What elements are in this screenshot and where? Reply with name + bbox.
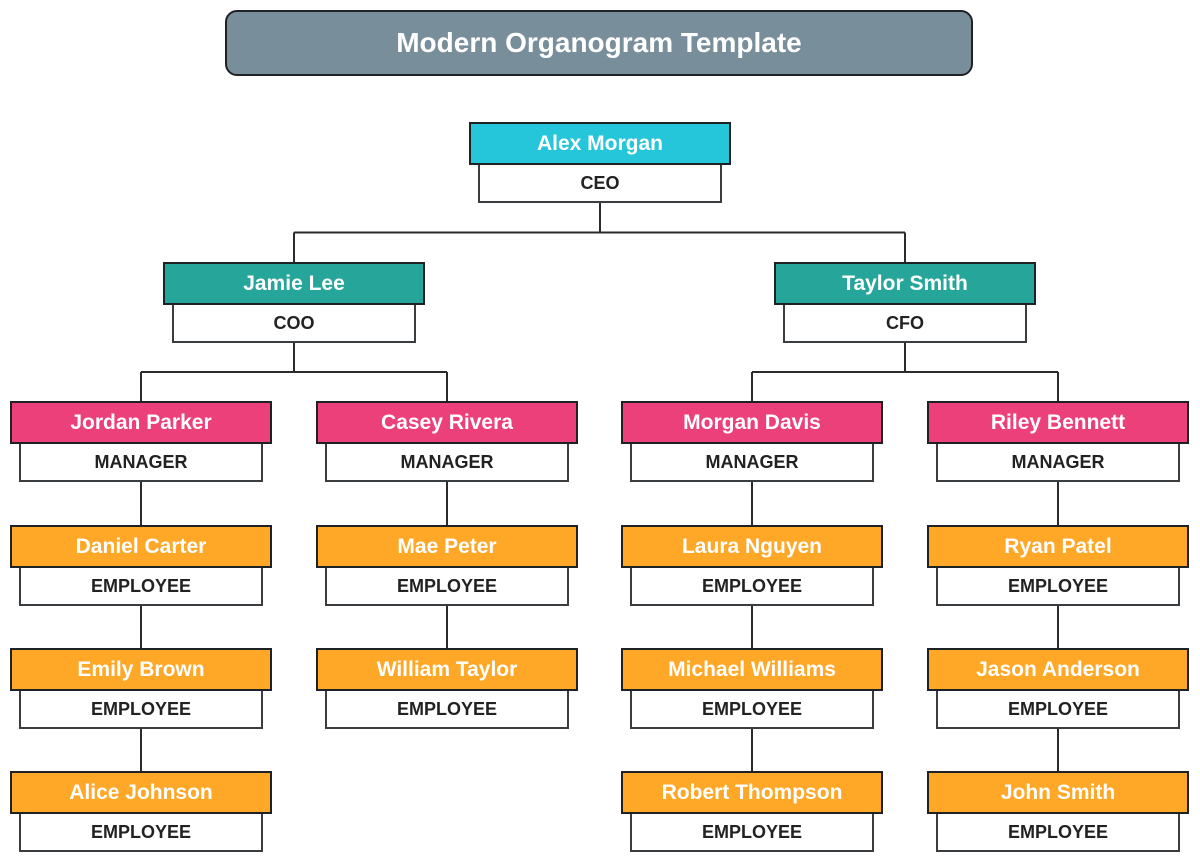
- node-name: Laura Nguyen: [621, 525, 883, 568]
- node-name: Mae Peter: [316, 525, 578, 568]
- node-name: Casey Rivera: [316, 401, 578, 444]
- org-node-alex[interactable]: Alex Morgan CEO: [469, 122, 731, 203]
- node-name: Jordan Parker: [10, 401, 272, 444]
- org-node-robert[interactable]: Robert Thompson EMPLOYEE: [621, 771, 883, 852]
- node-name: Riley Bennett: [927, 401, 1189, 444]
- org-node-morgan[interactable]: Morgan Davis MANAGER: [621, 401, 883, 482]
- org-node-john[interactable]: John Smith EMPLOYEE: [927, 771, 1189, 852]
- node-role: CEO: [478, 165, 722, 203]
- node-name: Emily Brown: [10, 648, 272, 691]
- node-role: EMPLOYEE: [936, 691, 1180, 729]
- org-node-ryan[interactable]: Ryan Patel EMPLOYEE: [927, 525, 1189, 606]
- org-node-mae[interactable]: Mae Peter EMPLOYEE: [316, 525, 578, 606]
- org-node-riley[interactable]: Riley Bennett MANAGER: [927, 401, 1189, 482]
- node-role: COO: [172, 305, 416, 343]
- node-name: Robert Thompson: [621, 771, 883, 814]
- org-node-casey[interactable]: Casey Rivera MANAGER: [316, 401, 578, 482]
- node-role: EMPLOYEE: [630, 568, 874, 606]
- node-role: EMPLOYEE: [19, 568, 263, 606]
- node-name: Daniel Carter: [10, 525, 272, 568]
- node-name: Alex Morgan: [469, 122, 731, 165]
- node-role: EMPLOYEE: [19, 814, 263, 852]
- node-name: Ryan Patel: [927, 525, 1189, 568]
- org-node-laura[interactable]: Laura Nguyen EMPLOYEE: [621, 525, 883, 606]
- node-role: MANAGER: [936, 444, 1180, 482]
- org-node-jamie[interactable]: Jamie Lee COO: [163, 262, 425, 343]
- node-role: EMPLOYEE: [630, 691, 874, 729]
- org-node-michael[interactable]: Michael Williams EMPLOYEE: [621, 648, 883, 729]
- org-node-jordan[interactable]: Jordan Parker MANAGER: [10, 401, 272, 482]
- node-role: EMPLOYEE: [19, 691, 263, 729]
- node-name: William Taylor: [316, 648, 578, 691]
- node-name: Morgan Davis: [621, 401, 883, 444]
- node-role: EMPLOYEE: [325, 691, 569, 729]
- node-role: MANAGER: [325, 444, 569, 482]
- node-name: Alice Johnson: [10, 771, 272, 814]
- node-role: EMPLOYEE: [325, 568, 569, 606]
- org-node-alice[interactable]: Alice Johnson EMPLOYEE: [10, 771, 272, 852]
- node-role: EMPLOYEE: [936, 814, 1180, 852]
- org-node-emily[interactable]: Emily Brown EMPLOYEE: [10, 648, 272, 729]
- node-role: MANAGER: [630, 444, 874, 482]
- org-node-jason[interactable]: Jason Anderson EMPLOYEE: [927, 648, 1189, 729]
- org-node-taylor[interactable]: Taylor Smith CFO: [774, 262, 1036, 343]
- node-name: Michael Williams: [621, 648, 883, 691]
- node-role: CFO: [783, 305, 1027, 343]
- node-name: Jamie Lee: [163, 262, 425, 305]
- node-name: Jason Anderson: [927, 648, 1189, 691]
- node-name: John Smith: [927, 771, 1189, 814]
- node-role: MANAGER: [19, 444, 263, 482]
- node-role: EMPLOYEE: [630, 814, 874, 852]
- node-name: Taylor Smith: [774, 262, 1036, 305]
- org-node-william[interactable]: William Taylor EMPLOYEE: [316, 648, 578, 729]
- node-role: EMPLOYEE: [936, 568, 1180, 606]
- org-node-daniel[interactable]: Daniel Carter EMPLOYEE: [10, 525, 272, 606]
